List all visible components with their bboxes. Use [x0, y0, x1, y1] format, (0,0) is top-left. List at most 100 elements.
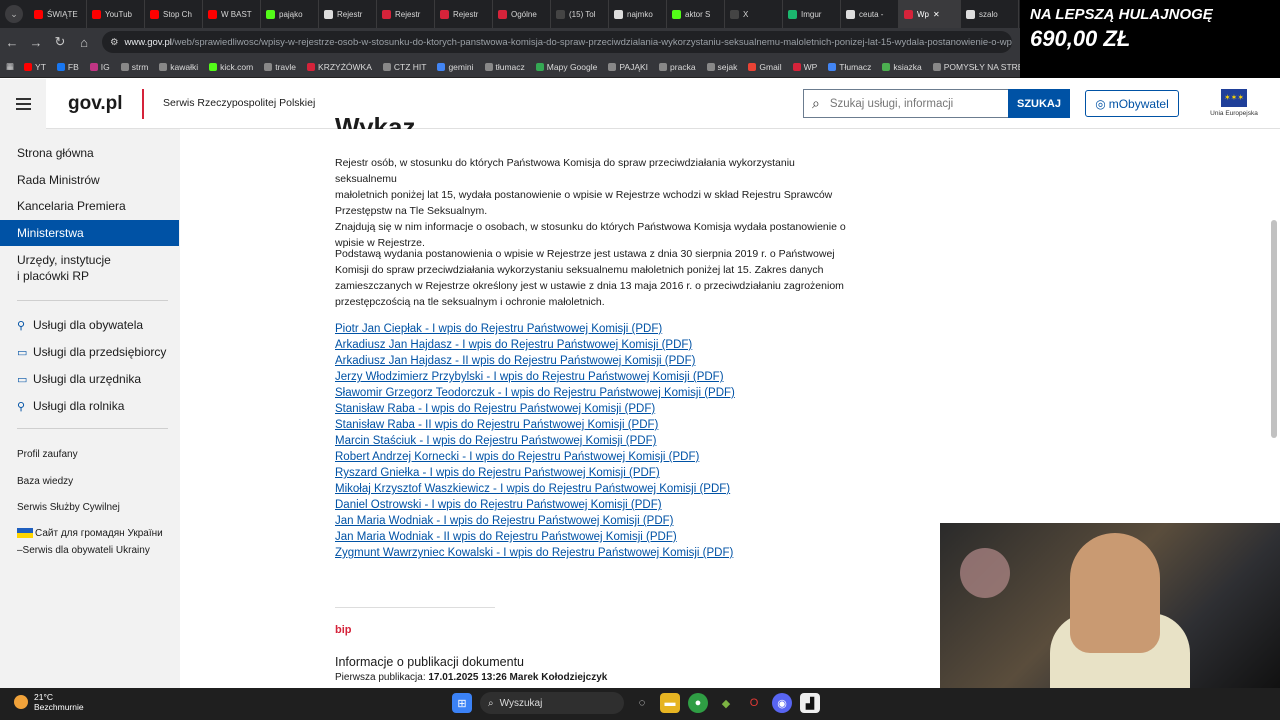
- sidebar-item-council[interactable]: Rada Ministrów: [0, 173, 179, 187]
- bookmark-item[interactable]: KRZYŻÓWKA: [307, 62, 372, 72]
- document-link[interactable]: Jan Maria Wodniak - II wpis do Rejestru …: [335, 529, 735, 545]
- scrollbar[interactable]: [1271, 220, 1277, 438]
- document-link[interactable]: Piotr Jan Ciepłak - I wpis do Rejestru P…: [335, 321, 735, 337]
- bookmark-label: PAJĄKI: [619, 61, 649, 72]
- search-button[interactable]: SZUKAJ: [1008, 89, 1070, 118]
- back-icon[interactable]: ←: [0, 35, 24, 50]
- site-logo[interactable]: gov.pl: [68, 93, 123, 115]
- bookmark-item[interactable]: sejak: [706, 62, 737, 72]
- document-link[interactable]: Stanisław Raba - II wpis do Rejestru Pań…: [335, 417, 735, 433]
- browser-tab[interactable]: Imgur: [783, 0, 841, 28]
- bookmark-item[interactable]: kick.com: [209, 62, 253, 72]
- bookmark-item[interactable]: Tłumacz: [828, 62, 871, 72]
- browser-tab[interactable]: W BAST: [203, 0, 261, 28]
- bookmark-item[interactable]: tłumacz: [484, 62, 525, 72]
- site-info-icon[interactable]: ⚙: [110, 37, 119, 48]
- browser-tab[interactable]: aktor S: [667, 0, 725, 28]
- document-link[interactable]: Arkadiusz Jan Hajdasz - II wpis do Rejes…: [335, 353, 735, 369]
- browser-tab[interactable]: Wp ✕: [899, 0, 961, 28]
- sidebar-link-ukraine[interactable]: Сайт для громадян України: [17, 528, 163, 539]
- bookmark-item[interactable]: YT: [24, 62, 46, 72]
- browser-tab[interactable]: ceuta -: [841, 0, 899, 28]
- bookmark-item[interactable]: WP: [792, 62, 817, 72]
- bookmark-item[interactable]: kawałki: [159, 62, 198, 72]
- menu-icon[interactable]: [0, 79, 46, 129]
- document-link-list: Piotr Jan Ciepłak - I wpis do Rejestru P…: [335, 321, 735, 561]
- bookmark-item[interactable]: travle: [264, 62, 296, 72]
- sidebar-service-business[interactable]: ▭ Usługi dla przedsiębiorcy: [17, 345, 166, 359]
- apps-icon[interactable]: ▦: [6, 61, 14, 72]
- browser-tab[interactable]: pająko: [261, 0, 319, 28]
- browser-tab[interactable]: Stop Ch: [145, 0, 203, 28]
- bookmark-item[interactable]: gemini: [437, 62, 474, 72]
- windows-start-icon[interactable]: ⊞: [452, 693, 472, 713]
- file-explorer-icon[interactable]: ▬: [660, 693, 680, 713]
- document-link[interactable]: Zygmunt Wawrzyniec Kowalski - I wpis do …: [335, 545, 735, 561]
- browser-tab[interactable]: Rejestr: [377, 0, 435, 28]
- home-icon[interactable]: ⌂: [72, 35, 96, 50]
- person-icon: ⚲: [17, 319, 26, 332]
- mobywatel-button[interactable]: ◎ mObywatel: [1085, 90, 1179, 117]
- document-link[interactable]: Sławomir Grzegorz Teodorczuk - I wpis do…: [335, 385, 735, 401]
- sidebar-item-home[interactable]: Strona główna: [0, 146, 179, 160]
- document-link[interactable]: Jan Maria Wodniak - I wpis do Rejestru P…: [335, 513, 735, 529]
- browser-tab[interactable]: Ogólne: [493, 0, 551, 28]
- document-link[interactable]: Ryszard Gniełka - I wpis do Rejestru Pań…: [335, 465, 735, 481]
- bookmark-item[interactable]: strm: [120, 62, 148, 72]
- browser-tab[interactable]: (15) Tol: [551, 0, 609, 28]
- bookmark-item[interactable]: FB: [56, 62, 79, 72]
- weather-widget[interactable]: 21°C Bezchmurnie: [14, 692, 84, 712]
- document-link[interactable]: Mikołaj Krzysztof Waszkiewicz - I wpis d…: [335, 481, 735, 497]
- bip-logo[interactable]: bip: [335, 624, 352, 636]
- sidebar-item-chancellery[interactable]: Kancelaria Premiera: [0, 199, 179, 213]
- tab-label: ŚWIĄTE: [47, 9, 78, 19]
- url-field[interactable]: ⚙ www.gov.pl/web/sprawiedliwosc/wpisy-w-…: [102, 31, 1012, 53]
- sidebar-service-farmer[interactable]: ⚲ Usługi dla rolnika: [17, 399, 124, 413]
- sidebar-divider: [17, 428, 168, 429]
- document-link[interactable]: Robert Andrzej Kornecki - I wpis do Reje…: [335, 449, 735, 465]
- shield-icon[interactable]: ◆: [716, 693, 736, 713]
- chrome-icon[interactable]: ●: [688, 693, 708, 713]
- browser-tab[interactable]: Rejestr: [319, 0, 377, 28]
- browser-tab[interactable]: YouTub: [87, 0, 145, 28]
- sidebar-service-official[interactable]: ▭ Usługi dla urzędnika: [17, 372, 141, 386]
- bookmark-item[interactable]: PAJĄKI: [608, 62, 648, 72]
- sidebar-item-offices[interactable]: Urzędy, instytucje i placówki RP: [0, 253, 179, 283]
- opera-icon[interactable]: O: [744, 693, 764, 713]
- close-tab-icon[interactable]: ✕: [933, 10, 940, 19]
- document-link[interactable]: Daniel Ostrowski - I wpis do Rejestru Pa…: [335, 497, 735, 513]
- sidebar-service-citizen[interactable]: ⚲ Usługi dla obywatela: [17, 318, 143, 332]
- sidebar-link-knowledge-base[interactable]: Baza wiedzy: [17, 476, 73, 487]
- browser-tab[interactable]: ŚWIĄTE: [29, 0, 87, 28]
- browser-tab[interactable]: szalo: [961, 0, 1019, 28]
- bookmark-item[interactable]: IG: [89, 62, 110, 72]
- copilot-icon[interactable]: ◌: [632, 693, 652, 713]
- search-input[interactable]: ⌕ Szukaj usługi, informacji: [803, 89, 1008, 118]
- taskbar-search[interactable]: ⌕ Wyszukaj: [480, 692, 624, 714]
- bookmark-icon: [828, 62, 837, 71]
- document-link[interactable]: Jerzy Włodzimierz Przybylski - I wpis do…: [335, 369, 735, 385]
- bookmark-item[interactable]: POMYSŁY NA STRE...: [932, 62, 1031, 72]
- bookmark-item[interactable]: Mapy Google: [535, 62, 597, 72]
- reload-icon[interactable]: ↻: [48, 34, 72, 50]
- document-link[interactable]: Marcin Staściuk - I wpis do Rejestru Pań…: [335, 433, 735, 449]
- app-icon[interactable]: ▟: [800, 693, 820, 713]
- sidebar-link-trusted-profile[interactable]: Profil zaufany: [17, 449, 78, 460]
- tab-search-icon[interactable]: ⌄: [5, 5, 23, 23]
- document-link[interactable]: Stanisław Raba - I wpis do Rejestru Pańs…: [335, 401, 735, 417]
- browser-tab[interactable]: Rejestr: [435, 0, 493, 28]
- document-link[interactable]: Arkadiusz Jan Hajdasz - I wpis do Rejest…: [335, 337, 735, 353]
- forward-icon[interactable]: →: [24, 35, 48, 50]
- browser-tab[interactable]: X: [725, 0, 783, 28]
- discord-icon[interactable]: ◉: [772, 693, 792, 713]
- bookmark-item[interactable]: CTZ HIT: [382, 62, 426, 72]
- tab-favicon-icon: [556, 9, 565, 19]
- bookmark-item[interactable]: Gmail: [748, 62, 782, 72]
- bookmark-item[interactable]: pracka: [659, 62, 696, 72]
- bookmark-item[interactable]: ksiazka: [882, 62, 922, 72]
- weather-temp: 21°C: [34, 692, 53, 702]
- sidebar-item-ministries[interactable]: Ministerstwa: [0, 220, 179, 246]
- sidebar-link-ukraine-sub[interactable]: –Serwis dla obywateli Ukrainy: [17, 545, 150, 556]
- browser-tab[interactable]: najmko: [609, 0, 667, 28]
- sidebar-link-civil-service[interactable]: Serwis Służby Cywilnej: [17, 502, 120, 513]
